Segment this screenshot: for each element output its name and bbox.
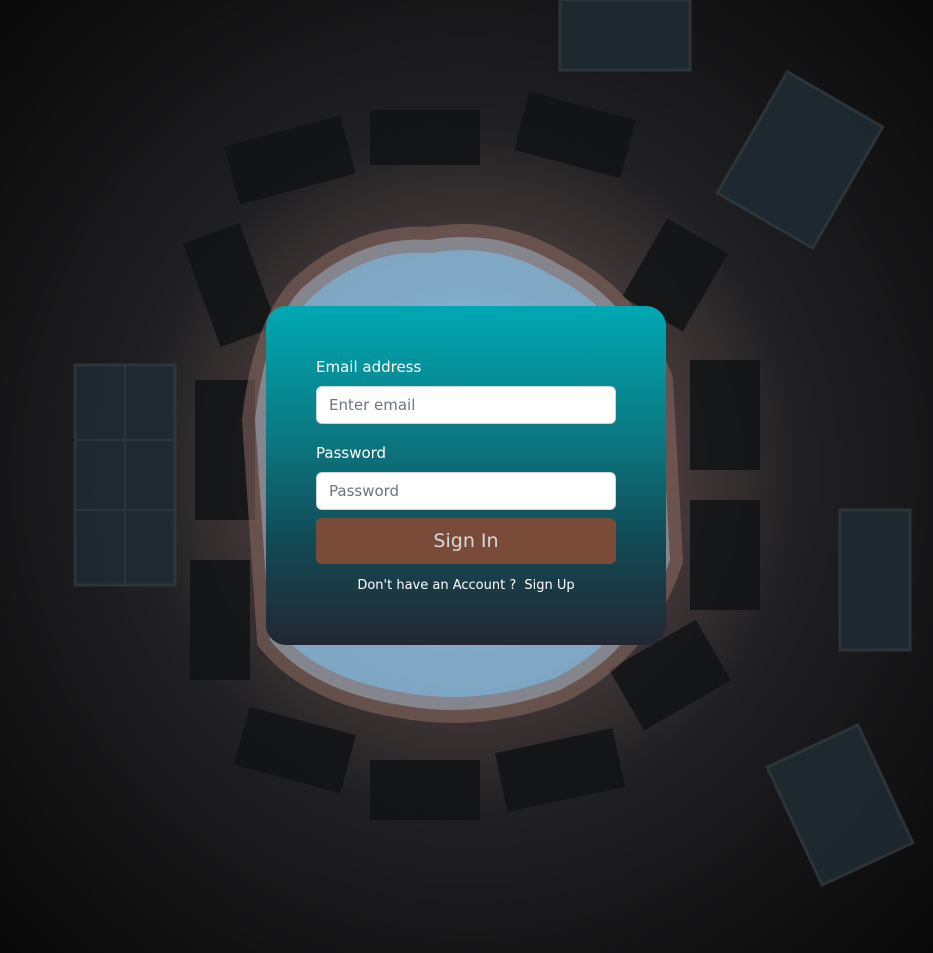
signup-prompt: Don't have an Account ? Sign Up	[266, 578, 666, 593]
sign-up-link[interactable]: Sign Up	[524, 578, 574, 593]
signup-prompt-text: Don't have an Account ?	[357, 578, 517, 593]
password-input[interactable]	[316, 472, 616, 510]
password-label: Password	[316, 444, 387, 462]
login-card: Email address Password Sign In Don't hav…	[266, 306, 666, 645]
email-label: Email address	[316, 358, 422, 376]
sign-in-button[interactable]: Sign In	[316, 518, 616, 564]
email-input[interactable]	[316, 386, 616, 424]
